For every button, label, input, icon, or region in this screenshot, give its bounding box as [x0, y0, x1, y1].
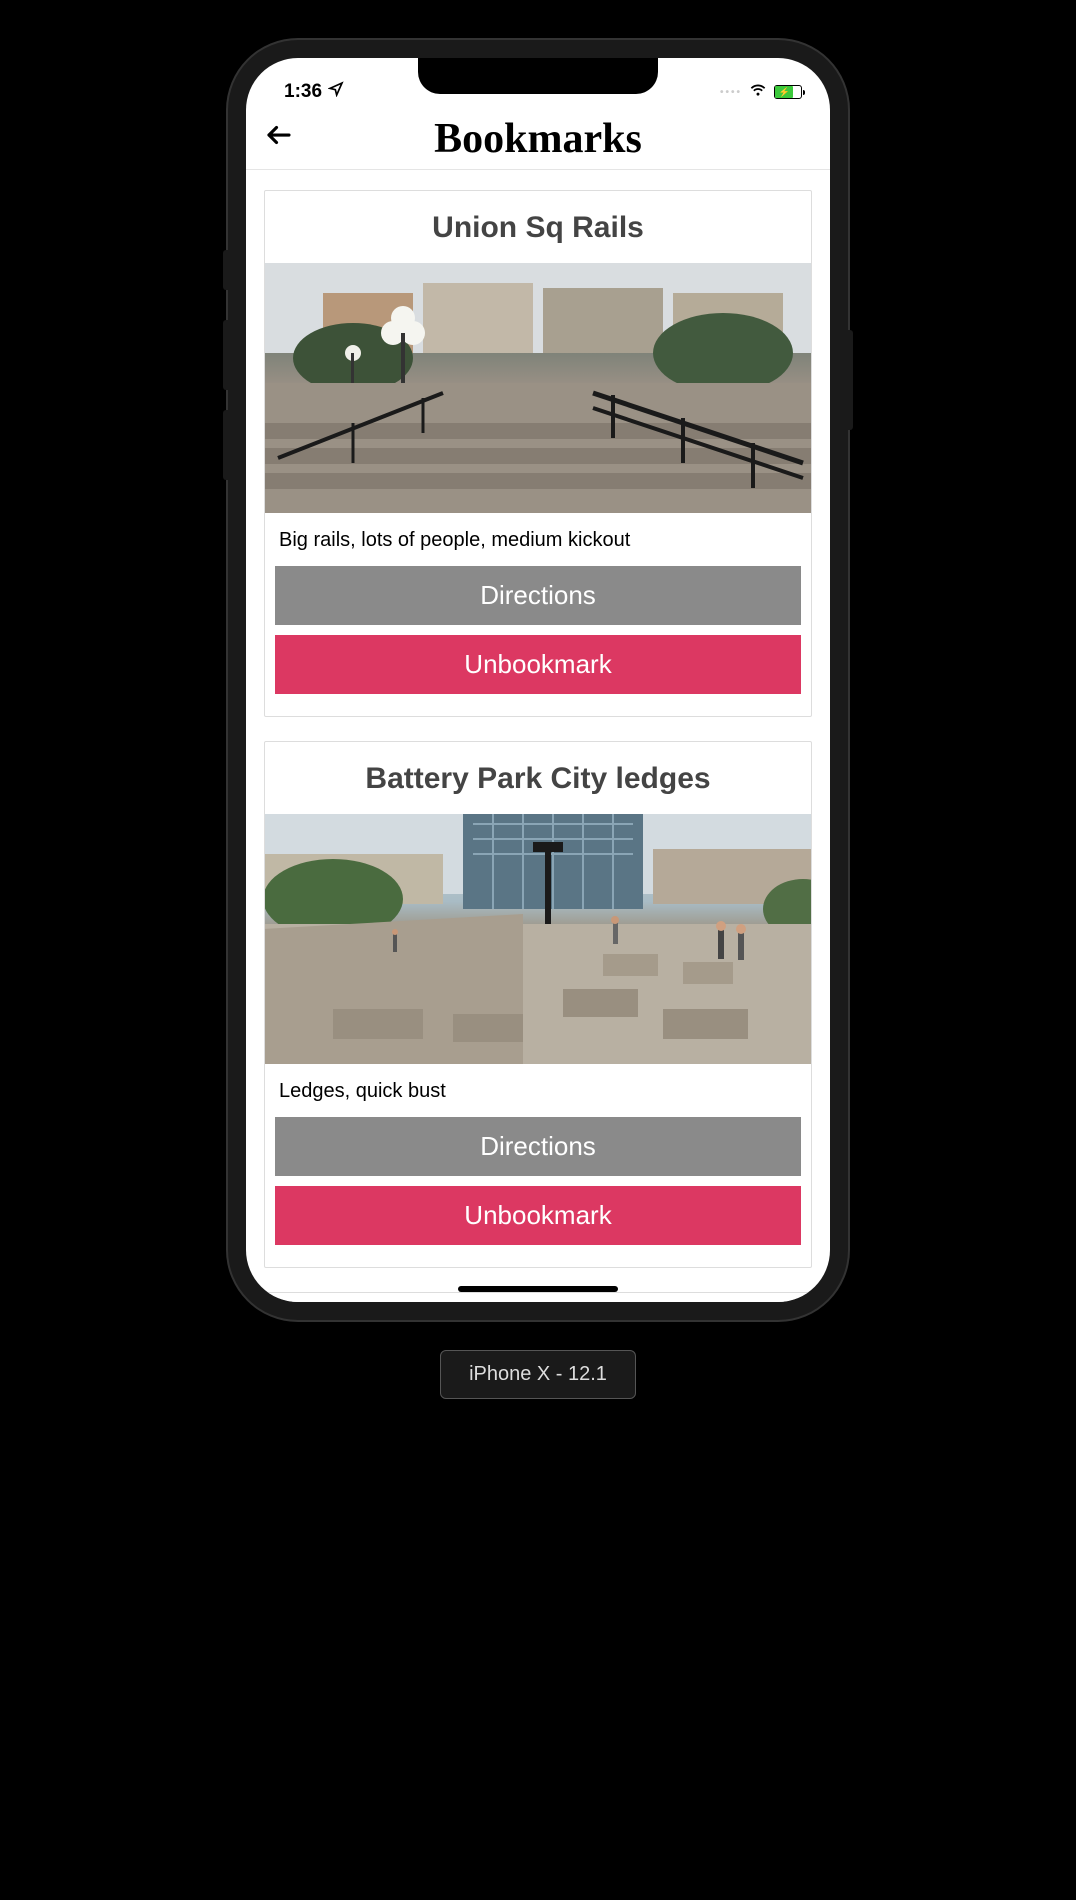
device-frame: 1:36 •••• ⚡ Bookmarks: [228, 40, 848, 1320]
bookmark-card: [264, 1292, 812, 1302]
status-time: 1:36: [284, 81, 322, 103]
location-arrow-icon: [328, 81, 344, 103]
battery-charging-icon: ⚡: [775, 86, 793, 98]
content-scroll[interactable]: Union Sq Rails: [246, 170, 830, 1302]
card-image[interactable]: [265, 814, 811, 1064]
card-description: Big rails, lots of people, medium kickou…: [265, 513, 811, 566]
status-right: •••• ⚡: [720, 79, 802, 105]
back-button[interactable]: [264, 120, 294, 158]
mute-switch: [223, 250, 228, 290]
card-title: Battery Park City ledges: [265, 742, 811, 814]
volume-down-button: [223, 410, 228, 480]
notch: [418, 58, 658, 94]
page-title: Bookmarks: [264, 115, 812, 163]
unbookmark-button[interactable]: Unbookmark: [275, 635, 801, 694]
card-image[interactable]: [265, 263, 811, 513]
battery-icon: ⚡: [774, 85, 802, 99]
wifi-icon: [748, 79, 768, 105]
screen: 1:36 •••• ⚡ Bookmarks: [246, 58, 830, 1302]
nav-bar: Bookmarks: [246, 108, 830, 170]
cellular-icon: ••••: [720, 87, 742, 98]
volume-up-button: [223, 320, 228, 390]
directions-button[interactable]: Directions: [275, 1117, 801, 1176]
directions-button[interactable]: Directions: [275, 566, 801, 625]
bookmark-card: Battery Park City ledges: [264, 741, 812, 1268]
bookmark-card: Union Sq Rails: [264, 190, 812, 717]
home-indicator[interactable]: [458, 1286, 618, 1292]
status-left: 1:36: [284, 81, 344, 103]
card-title: Union Sq Rails: [265, 191, 811, 263]
unbookmark-button[interactable]: Unbookmark: [275, 1186, 801, 1245]
power-button: [848, 330, 853, 430]
card-description: Ledges, quick bust: [265, 1064, 811, 1117]
device-label: iPhone X - 12.1: [440, 1350, 636, 1399]
